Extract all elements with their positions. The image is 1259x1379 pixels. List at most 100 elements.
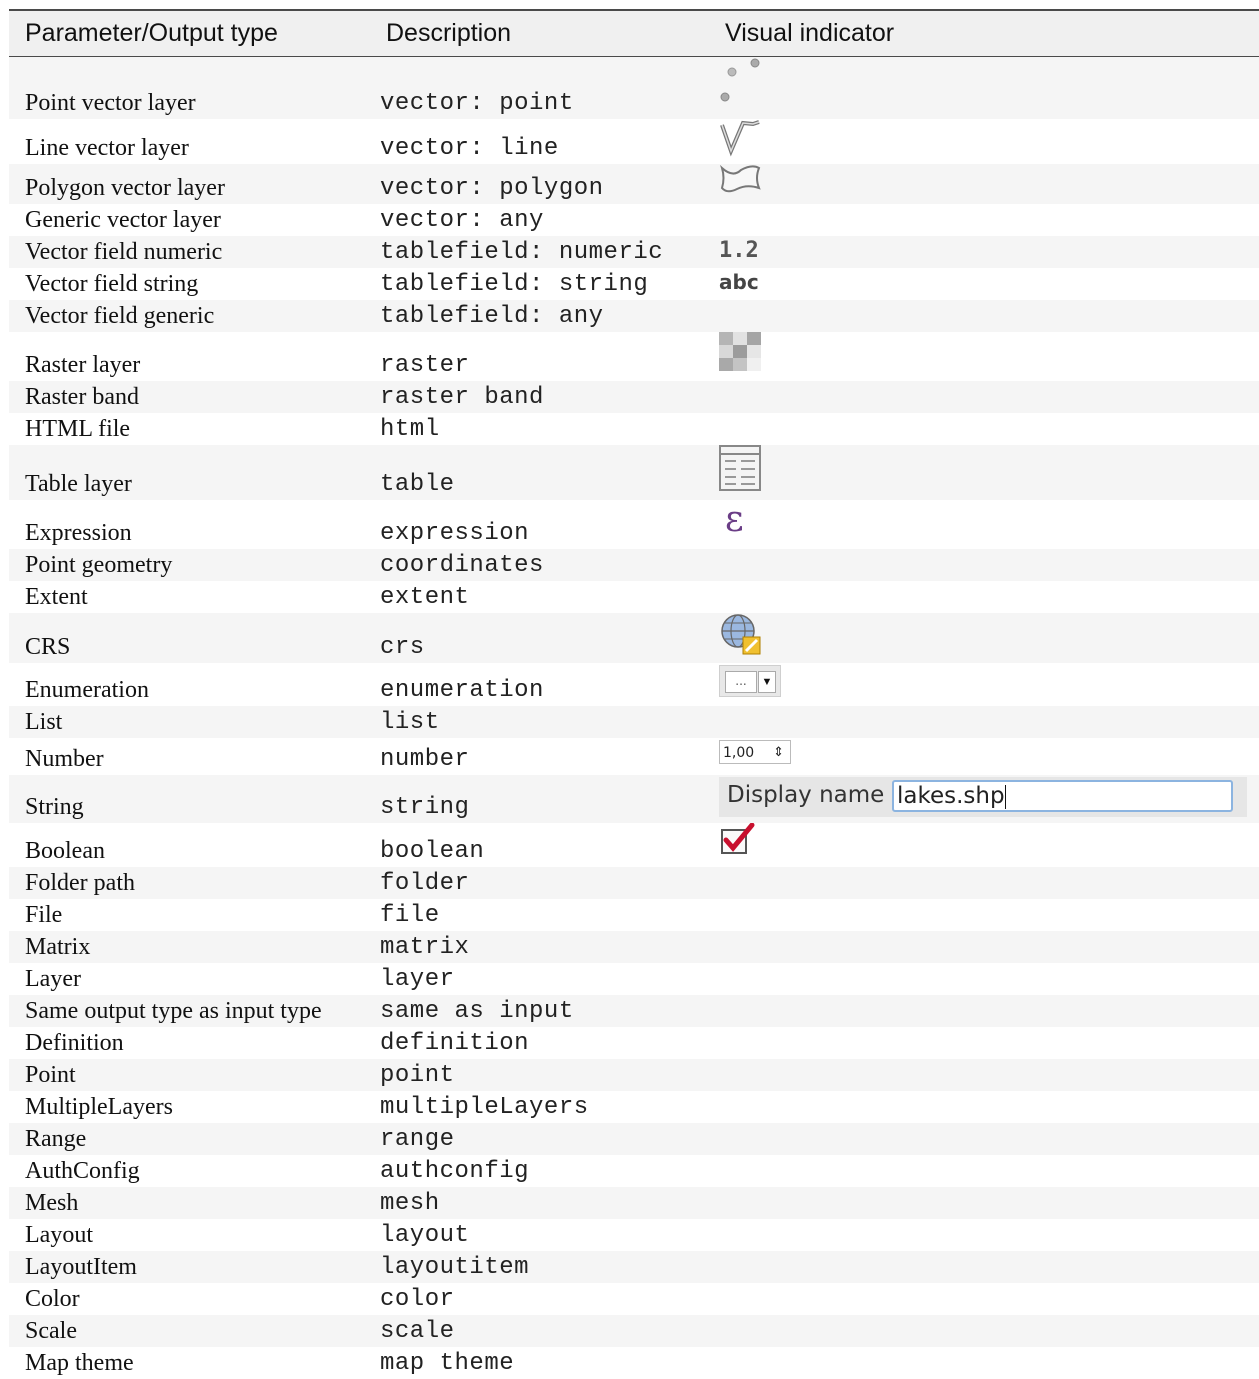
visual-indicator-cell bbox=[709, 204, 1259, 236]
visual-indicator-cell bbox=[709, 899, 1259, 931]
parameter-type-cell: Scale bbox=[9, 1315, 370, 1347]
visual-indicator-cell: 1,00 ⇕ bbox=[709, 738, 1259, 775]
visual-indicator-cell bbox=[709, 581, 1259, 613]
parameter-type-cell: LayoutItem bbox=[9, 1251, 370, 1283]
description-cell: enumeration bbox=[370, 663, 709, 706]
parameter-type-cell: Boolean bbox=[9, 823, 370, 867]
description-cell: string bbox=[370, 775, 709, 823]
description-cell: point bbox=[370, 1059, 709, 1091]
parameter-type-cell: Matrix bbox=[9, 931, 370, 963]
description-cell: vector: line bbox=[370, 119, 709, 164]
table-row: Raster band raster band bbox=[9, 381, 1259, 413]
table-row: Enumeration enumeration... ▼ bbox=[9, 663, 1259, 706]
description-cell: scale bbox=[370, 1315, 709, 1347]
parameter-types-table: Parameter/Output type Description Visual… bbox=[9, 9, 1259, 1379]
description-cell: range bbox=[370, 1123, 709, 1155]
table-row: Matrix matrix bbox=[9, 931, 1259, 963]
display-name-input[interactable]: lakes.shp bbox=[892, 780, 1233, 812]
table-row: LayoutItem layoutitem bbox=[9, 1251, 1259, 1283]
visual-indicator-cell bbox=[709, 995, 1259, 1027]
parameter-type-cell: String bbox=[9, 775, 370, 823]
visual-indicator-cell bbox=[709, 549, 1259, 581]
table-row: CRS crs bbox=[9, 613, 1259, 663]
visual-indicator-cell bbox=[709, 332, 1259, 381]
visual-indicator-cell bbox=[709, 1347, 1259, 1379]
parameter-type-cell: Point geometry bbox=[9, 549, 370, 581]
table-row: Point vector layer vector: point bbox=[9, 56, 1259, 119]
table-row: String string Display name lakes.shp bbox=[9, 775, 1259, 823]
table-row: AuthConfig authconfig bbox=[9, 1155, 1259, 1187]
table-row: Definition definition bbox=[9, 1027, 1259, 1059]
description-cell: crs bbox=[370, 613, 709, 663]
visual-indicator-cell: ε bbox=[709, 500, 1259, 549]
parameter-type-cell: Same output type as input type bbox=[9, 995, 370, 1027]
description-cell: tablefield: any bbox=[370, 300, 709, 332]
description-cell: matrix bbox=[370, 931, 709, 963]
parameter-type-cell: Line vector layer bbox=[9, 119, 370, 164]
parameter-type-cell: Raster layer bbox=[9, 332, 370, 381]
description-cell: table bbox=[370, 445, 709, 500]
parameter-type-cell: File bbox=[9, 899, 370, 931]
visual-indicator-cell bbox=[709, 1027, 1259, 1059]
table-row: Point geometry coordinates bbox=[9, 549, 1259, 581]
parameter-type-cell: Definition bbox=[9, 1027, 370, 1059]
description-cell: layoutitem bbox=[370, 1251, 709, 1283]
table-row: Vector field numeric tablefield: numeric 1… bbox=[9, 236, 1259, 268]
string-input-widget: Display name lakes.shp bbox=[719, 777, 1247, 817]
header-row: Parameter/Output type Description Visual… bbox=[9, 9, 1259, 57]
description-cell: vector: any bbox=[370, 204, 709, 236]
description-cell: raster bbox=[370, 332, 709, 381]
parameter-type-cell: List bbox=[9, 706, 370, 738]
description-cell: vector: polygon bbox=[370, 164, 709, 204]
visual-indicator-cell bbox=[709, 706, 1259, 738]
parameter-type-cell: Layer bbox=[9, 963, 370, 995]
parameter-type-cell: Table layer bbox=[9, 445, 370, 500]
visual-indicator-cell bbox=[709, 1155, 1259, 1187]
table-header: Parameter/Output type Description Visual… bbox=[9, 9, 1259, 57]
description-cell: tablefield: numeric bbox=[370, 236, 709, 268]
parameter-type-cell: Generic vector layer bbox=[9, 204, 370, 236]
visual-indicator-cell bbox=[709, 931, 1259, 963]
table-row: Layer layer bbox=[9, 963, 1259, 995]
crs-globe-icon bbox=[721, 614, 761, 655]
visual-indicator-cell bbox=[709, 613, 1259, 663]
description-cell: map theme bbox=[370, 1347, 709, 1379]
table-row: HTML file html bbox=[9, 413, 1259, 445]
parameter-type-cell: HTML file bbox=[9, 413, 370, 445]
visual-indicator-cell bbox=[709, 413, 1259, 445]
header-visual-indicator: Visual indicator bbox=[709, 9, 1259, 57]
description-cell: multipleLayers bbox=[370, 1091, 709, 1123]
table-row: Table layer table bbox=[9, 445, 1259, 500]
visual-indicator-cell bbox=[709, 300, 1259, 332]
description-cell: same as input bbox=[370, 995, 709, 1027]
parameter-type-cell: Mesh bbox=[9, 1187, 370, 1219]
parameter-type-cell: Point bbox=[9, 1059, 370, 1091]
parameter-type-cell: Vector field string bbox=[9, 268, 370, 300]
table-row: Number number 1,00 ⇕ bbox=[9, 738, 1259, 775]
display-name-value: lakes.shp bbox=[897, 783, 1005, 809]
visual-indicator-cell bbox=[709, 1283, 1259, 1315]
table-icon bbox=[719, 445, 761, 491]
table-row: Mesh mesh bbox=[9, 1187, 1259, 1219]
table-row: Vector field generic tablefield: any bbox=[9, 300, 1259, 332]
table-body: Point vector layer vector: point Line vect… bbox=[9, 56, 1259, 1379]
table-row: MultipleLayers multipleLayers bbox=[9, 1091, 1259, 1123]
table-row: Point point bbox=[9, 1059, 1259, 1091]
description-cell: number bbox=[370, 738, 709, 775]
description-cell: coordinates bbox=[370, 549, 709, 581]
visual-indicator-cell: abc bbox=[709, 268, 1259, 300]
visual-indicator-cell: Display name lakes.shp bbox=[709, 775, 1259, 823]
parameter-type-cell: Polygon vector layer bbox=[9, 164, 370, 204]
parameter-type-cell: AuthConfig bbox=[9, 1155, 370, 1187]
table-row: Color color bbox=[9, 1283, 1259, 1315]
visual-indicator-cell bbox=[709, 1187, 1259, 1219]
visual-indicator-cell bbox=[709, 1219, 1259, 1251]
description-cell: html bbox=[370, 413, 709, 445]
visual-indicator-cell: 1.2 bbox=[709, 236, 1259, 268]
description-cell: raster band bbox=[370, 381, 709, 413]
table-row: Same output type as input type same as in… bbox=[9, 995, 1259, 1027]
line-vector-icon bbox=[720, 120, 760, 157]
string-field-icon: abc bbox=[719, 270, 759, 294]
visual-indicator-cell bbox=[709, 381, 1259, 413]
visual-indicator-cell: ... ▼ bbox=[709, 663, 1259, 706]
